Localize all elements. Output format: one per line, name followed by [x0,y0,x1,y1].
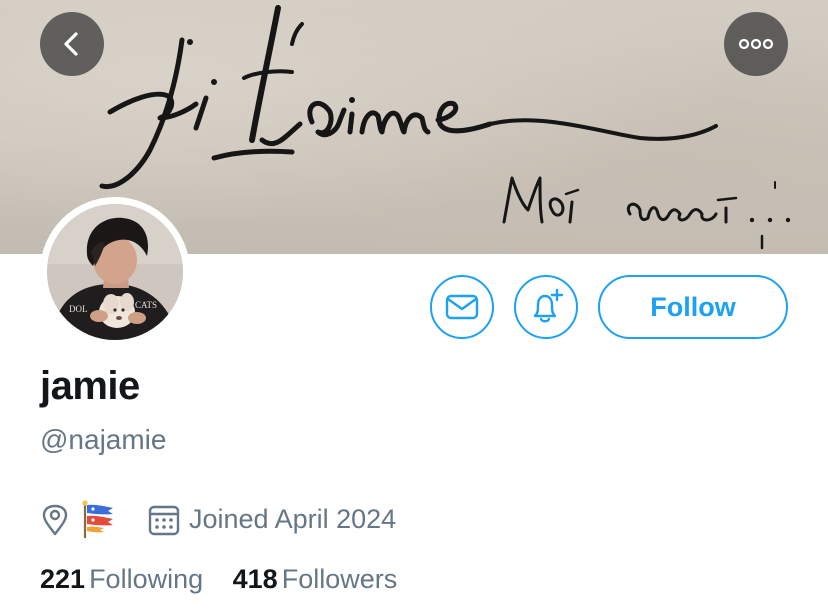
calendar-icon [148,505,180,536]
back-button[interactable] [40,12,104,76]
notifications-button[interactable] [514,275,578,339]
following-label: Following [89,564,204,594]
user-handle: @najamie [40,424,167,455]
profile-avatar[interactable]: DOL CATS [40,197,190,347]
avatar-shirt-text: CATS [135,300,157,310]
followers-label: Followers [281,564,398,594]
profile-meta-row: Joined April 2024 [40,500,640,540]
ellipsis-icon [738,38,774,50]
envelope-icon [445,294,479,320]
avatar-shirt-text-left: DOL [69,304,88,314]
joined-date: Joined April 2024 [189,504,397,534]
message-button[interactable] [430,275,494,339]
chevron-left-icon [64,32,78,56]
following-stat[interactable]: 221 Following [40,564,203,595]
avatar-photo: DOL CATS [47,204,183,340]
more-options-button[interactable] [724,12,788,76]
follow-button[interactable]: Follow [598,275,788,339]
location-pin-icon [42,504,68,536]
location-flag-icon [80,500,118,545]
followers-stat[interactable]: 418 Followers [233,564,398,595]
following-count: 221 [40,564,86,594]
followers-count: 418 [232,564,278,594]
display-name: jamie [40,364,140,408]
profile-stats: 221 Following 418 Followers [40,564,740,600]
bell-plus-icon [533,288,564,323]
